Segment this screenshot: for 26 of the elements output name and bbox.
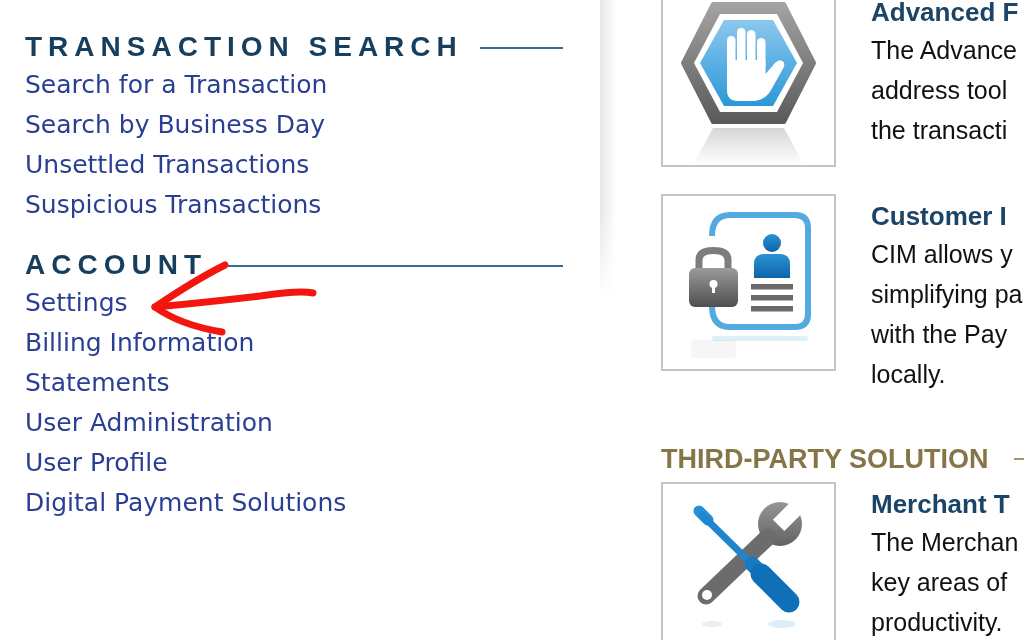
description-line: address tool: [871, 76, 1008, 104]
description-line: CIM allows y: [871, 240, 1013, 268]
feature-title: Customer I: [871, 204, 1007, 228]
nav-link[interactable]: Billing Information: [25, 328, 255, 358]
nav-link[interactable]: Search for a Transaction: [25, 70, 328, 100]
description-line: productivity.: [871, 608, 1003, 636]
nav-link[interactable]: Unsettled Transactions: [25, 150, 310, 180]
feature-title: Advanced F: [871, 0, 1019, 24]
nav-link[interactable]: Settings: [25, 288, 128, 318]
section-heading: TRANSACTION SEARCH: [25, 30, 463, 64]
nav-link[interactable]: User Administration: [25, 408, 273, 438]
description-line: simplifying pa: [871, 280, 1023, 308]
description-line: key areas of: [871, 568, 1008, 596]
description-line: locally.: [871, 360, 946, 388]
nav-link[interactable]: Search by Business Day: [25, 110, 325, 140]
description-line: with the Pay: [871, 320, 1008, 348]
section-heading: THIRD-PARTY SOLUTION: [661, 444, 989, 474]
nav-link[interactable]: Digital Payment Solutions: [25, 488, 347, 518]
feature-title: Merchant T: [871, 492, 1010, 516]
description-line: The Advance: [871, 36, 1017, 64]
description-line: the transacti: [871, 116, 1008, 144]
nav-link[interactable]: User Profile: [25, 448, 168, 478]
nav-link[interactable]: Statements: [25, 368, 170, 398]
section-heading: ACCOUNT: [25, 248, 207, 282]
nav-link[interactable]: Suspicious Transactions: [25, 190, 322, 220]
description-line: The Merchan: [871, 528, 1019, 556]
